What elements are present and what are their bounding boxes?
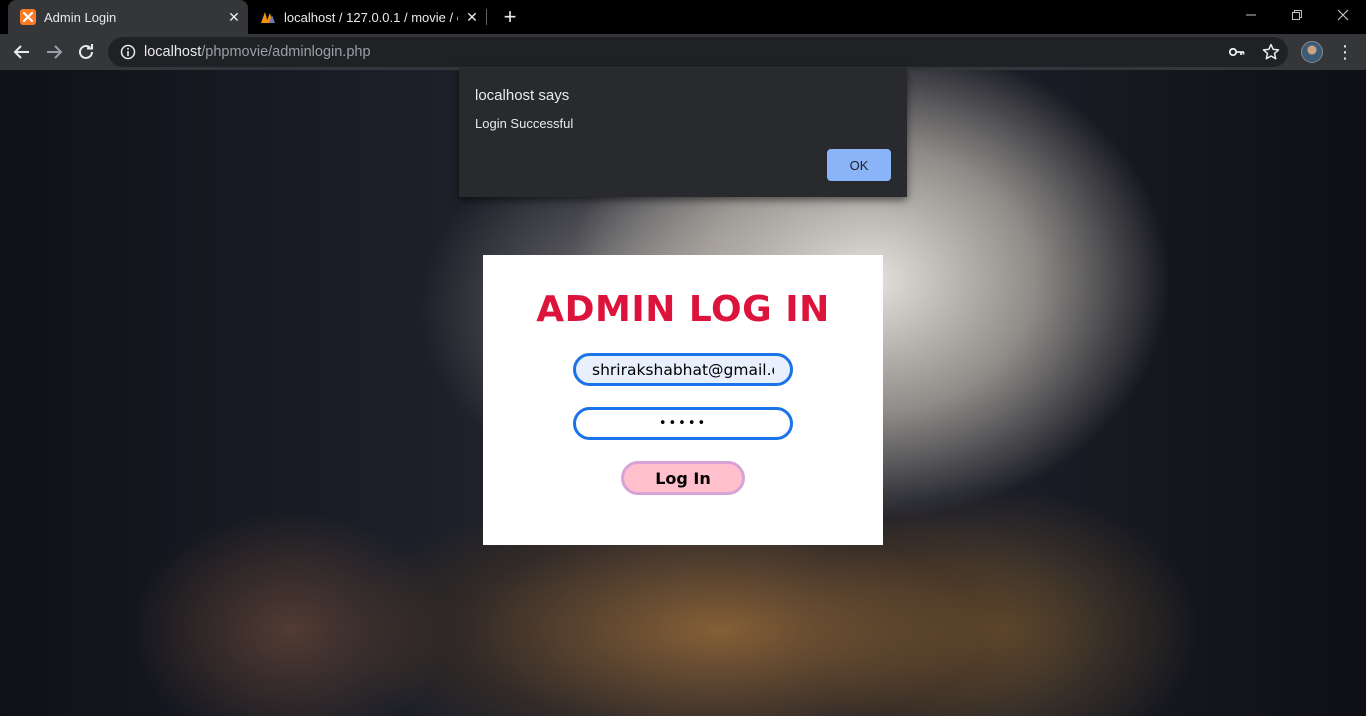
url-host: localhost — [144, 44, 202, 60]
ok-button[interactable]: OK — [827, 149, 891, 181]
profile-avatar[interactable] — [1301, 41, 1323, 63]
address-bar[interactable]: localhost/phpmovie/adminlogin.php — [108, 37, 1288, 67]
close-tab-icon[interactable]: ✕ — [458, 9, 486, 26]
minimize-icon — [1246, 14, 1256, 16]
url-text: localhost/phpmovie/adminlogin.php — [144, 44, 371, 60]
tab-title: localhost / 127.0.0.1 / movie / cu — [284, 9, 458, 25]
alert-dialog: localhost says Login Successful OK — [459, 68, 907, 197]
reload-icon — [79, 44, 93, 59]
tab-admin-login[interactable]: Admin Login ✕ — [8, 0, 248, 34]
tab-strip: Admin Login ✕ localhost / 127.0.0.1 / mo… — [0, 0, 1366, 34]
key-icon[interactable] — [1228, 43, 1246, 61]
password-field[interactable] — [573, 407, 793, 440]
tab-divider — [486, 9, 487, 25]
tab-phpmyadmin[interactable]: localhost / 127.0.0.1 / movie / cu ✕ — [248, 0, 486, 34]
url-path: /phpmovie/adminlogin.php — [201, 44, 371, 60]
reload-button[interactable] — [72, 38, 100, 66]
minimize-button[interactable] — [1228, 0, 1274, 30]
close-icon — [1337, 9, 1349, 21]
more-menu-icon[interactable]: ⋮ — [1336, 42, 1354, 62]
login-title: ADMIN LOG IN — [536, 289, 830, 330]
login-button[interactable]: Log In — [621, 461, 745, 495]
close-window-button[interactable] — [1320, 0, 1366, 30]
email-field[interactable] — [573, 353, 793, 386]
login-card: ADMIN LOG IN Log In — [483, 255, 883, 545]
back-arrow-icon — [13, 45, 29, 59]
phpmyadmin-icon — [261, 12, 275, 23]
dialog-title: localhost says — [475, 87, 570, 104]
restore-button[interactable] — [1274, 0, 1320, 30]
back-button[interactable] — [8, 38, 36, 66]
browser-toolbar: localhost/phpmovie/adminlogin.php ⋮ — [0, 34, 1366, 70]
close-tab-icon[interactable]: ✕ — [220, 9, 248, 26]
dialog-message: Login Successful — [475, 116, 574, 131]
info-icon[interactable] — [120, 44, 136, 60]
bookmark-star-icon[interactable] — [1262, 43, 1280, 61]
forward-button[interactable] — [40, 38, 68, 66]
restore-icon — [1292, 10, 1302, 20]
tab-title: Admin Login — [44, 9, 117, 25]
forward-arrow-icon — [47, 45, 63, 59]
new-tab-button[interactable]: + — [498, 4, 522, 30]
xampp-icon — [20, 9, 36, 25]
